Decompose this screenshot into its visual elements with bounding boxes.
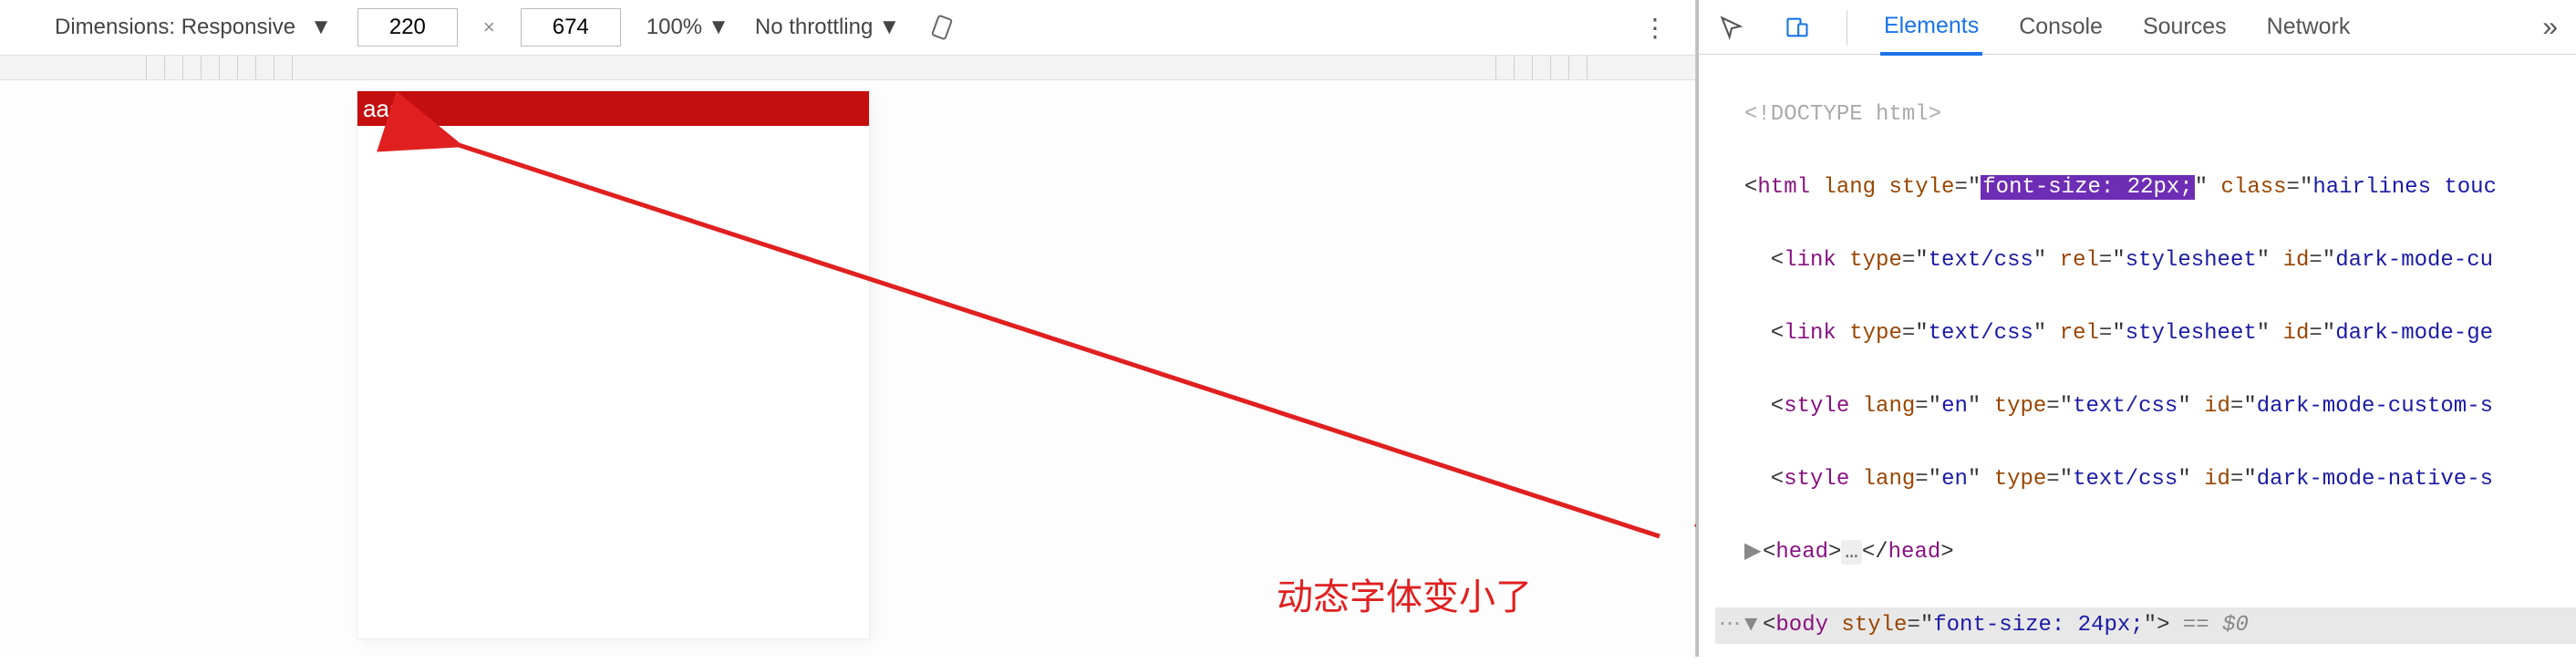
dom-body-open[interactable]: ⋯▼<body style="font-size: 24px;"> == $0 [1715, 607, 2576, 644]
inspect-icon[interactable] [1715, 11, 1748, 44]
annotation-label: 动态字体变小了 [1277, 567, 1532, 620]
dom-head[interactable]: ▶<head>…</head> [1715, 534, 2576, 571]
rotate-icon[interactable] [926, 11, 958, 44]
device-toolbar: Dimensions: Responsive ▼ × 100% ▼ No thr… [0, 0, 1695, 55]
dom-style1[interactable]: <style lang="en" type="text/css" id="dar… [1715, 389, 2576, 425]
dom-link2[interactable]: <link type="text/css" rel="stylesheet" i… [1715, 316, 2576, 352]
width-input[interactable] [357, 8, 458, 47]
chevron-down-icon: ▼ [310, 15, 332, 40]
zoom-dropdown[interactable]: 100% ▼ [647, 15, 729, 40]
dimension-separator: × [483, 16, 495, 39]
dimensions-dropdown[interactable]: Dimensions: Responsive ▼ [55, 15, 332, 40]
height-input[interactable] [521, 8, 621, 47]
page-content-text: aaa [363, 95, 402, 122]
tabs-overflow-icon[interactable]: » [2542, 12, 2560, 43]
tab-sources[interactable]: Sources [2139, 1, 2230, 53]
device-frame: aaa [357, 91, 869, 638]
page-content-bar: aaa [357, 91, 869, 126]
dom-link1[interactable]: <link type="text/css" rel="stylesheet" i… [1715, 243, 2576, 279]
horizontal-ruler [0, 55, 1695, 80]
dom-html-open[interactable]: <html lang style="font-size: 22px;" clas… [1715, 170, 2576, 206]
throttling-dropdown[interactable]: No throttling ▼ [755, 15, 900, 40]
zoom-value: 100% [647, 15, 702, 40]
dimensions-label: Dimensions: Responsive [55, 15, 295, 40]
chevron-down-icon: ▼ [878, 15, 900, 40]
tab-console[interactable]: Console [2015, 1, 2106, 53]
device-toggle-icon[interactable] [1781, 11, 1814, 44]
dom-doctype[interactable]: <!DOCTYPE html> [1715, 97, 2576, 133]
tab-network[interactable]: Network [2263, 1, 2354, 53]
kebab-menu-icon[interactable]: ⋮ [1642, 13, 1668, 43]
devtools-panel: Elements Console Sources Network » <!DOC… [1696, 0, 2576, 657]
throttling-value: No throttling [755, 15, 873, 40]
chevron-down-icon: ▼ [708, 15, 729, 40]
device-stage: aaa 动态字体变小了 [0, 80, 1695, 657]
devtools-tabbar: Elements Console Sources Network » [1699, 0, 2576, 55]
dom-style2[interactable]: <style lang="en" type="text/css" id="dar… [1715, 462, 2576, 498]
dom-tree[interactable]: <!DOCTYPE html> <html lang style="font-s… [1699, 55, 2576, 657]
tab-elements[interactable]: Elements [1880, 0, 1982, 56]
